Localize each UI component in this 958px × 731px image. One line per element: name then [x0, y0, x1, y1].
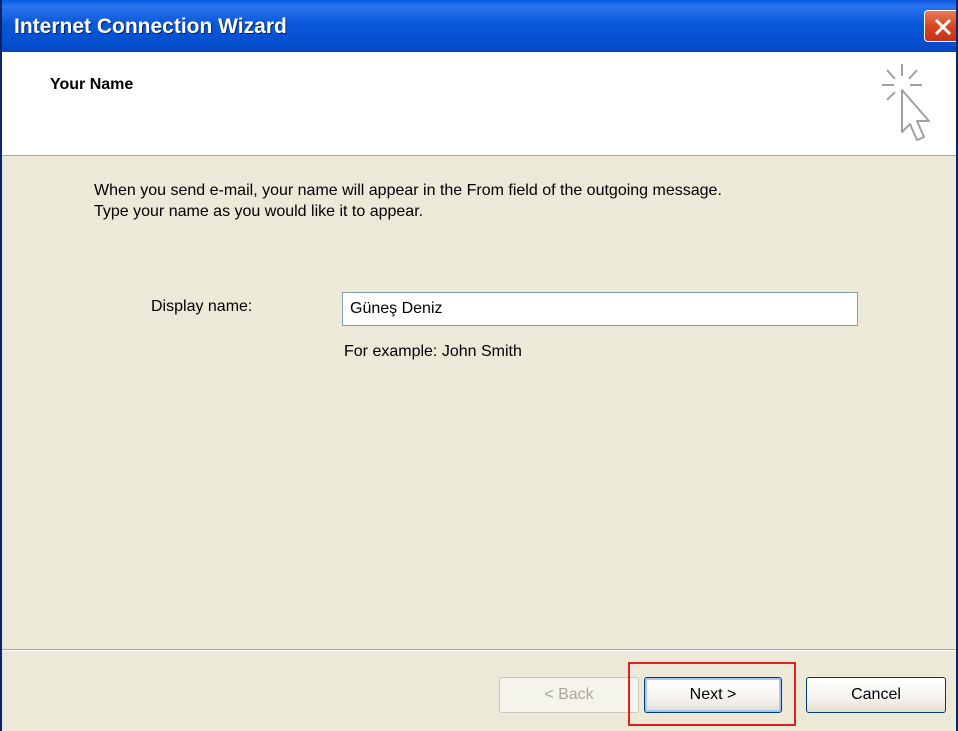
next-button[interactable]: Next > [644, 677, 782, 713]
title-bar[interactable]: Internet Connection Wizard [2, 0, 956, 52]
wizard-window: Internet Connection Wizard Your Name Whe… [0, 0, 958, 731]
instructions-line-1: When you send e-mail, your name will app… [94, 182, 722, 199]
footer-divider [2, 649, 956, 651]
cancel-button[interactable]: Cancel [806, 677, 946, 713]
close-icon [934, 18, 952, 36]
page-title: Your Name [50, 76, 134, 93]
back-button[interactable]: < Back [499, 677, 639, 713]
instructions-line-2: Type your name as you would like it to a… [94, 203, 424, 220]
close-button[interactable] [924, 10, 956, 42]
window-title: Internet Connection Wizard [14, 15, 287, 38]
display-name-label: Display name: [151, 298, 253, 315]
wizard-cursor-sparkle-icon [882, 64, 930, 141]
example-hint: For example: John Smith [344, 343, 522, 360]
display-name-input[interactable] [342, 292, 858, 326]
instructions-text: When you send e-mail, your name will app… [94, 180, 924, 222]
wizard-header: Your Name [2, 52, 956, 156]
